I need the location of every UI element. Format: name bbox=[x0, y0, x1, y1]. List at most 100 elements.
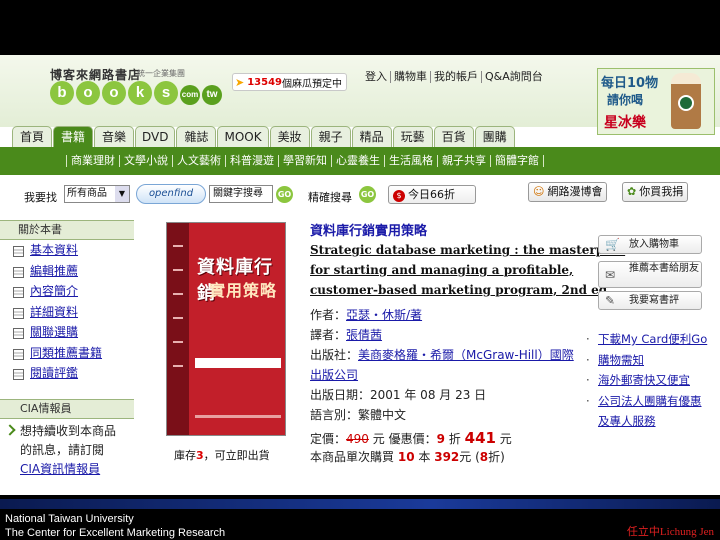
pubdate-value: 2001 年 08 月 23 日 bbox=[370, 388, 487, 402]
cia-line1: 想持續收到本商品 bbox=[20, 424, 117, 438]
comic-expo-button[interactable]: ☺ 網路漫博會 bbox=[528, 182, 608, 202]
ad-line3: 星冰樂 bbox=[604, 115, 646, 131]
category-link[interactable]: 學習新知 bbox=[278, 155, 331, 167]
menu-summary[interactable]: 內容簡介 bbox=[0, 281, 134, 302]
logo-letter: b bbox=[50, 81, 74, 105]
add-to-cart-button[interactable]: 🛒 放入購物車 bbox=[598, 235, 702, 254]
menu-reviews[interactable]: 閱讀評鑑 bbox=[0, 363, 134, 384]
harry-potter-promo[interactable]: ➤ 13549 個麻瓜預定中 bbox=[232, 73, 348, 91]
coin-icon: $ bbox=[393, 190, 405, 202]
logo-letter: tw bbox=[202, 85, 222, 105]
price-unit: 元 bbox=[372, 432, 385, 446]
tab-toys[interactable]: 玩藝 bbox=[392, 126, 433, 147]
category-link[interactable]: 人文藝術 bbox=[172, 155, 225, 167]
footer-left: National Taiwan University The Center fo… bbox=[5, 512, 225, 540]
bulk-price: 392 bbox=[434, 450, 460, 464]
starbucks-ad[interactable]: 每日10物 請你喝 星冰樂 bbox=[597, 68, 715, 135]
side-links: 下載My Card便利Go 購物需知 海外郵寄快又便宜 公司法人團購有優惠及專人… bbox=[586, 329, 710, 432]
book-cover-image[interactable]: 資料庫行銷 實用策略 bbox=[166, 222, 286, 436]
category-link[interactable]: 商業理財 bbox=[66, 155, 119, 167]
tab-books[interactable]: 書籍 bbox=[53, 126, 93, 147]
exact-search-label[interactable]: 精確搜尋 bbox=[308, 189, 352, 205]
login-link[interactable]: 登入 bbox=[362, 71, 390, 83]
menu-editor-recommend[interactable]: 編輯推薦 bbox=[0, 261, 134, 282]
english-title-line: customer-based marketing program, 2nd ed… bbox=[310, 283, 612, 297]
exact-go-button[interactable]: GO bbox=[359, 186, 376, 203]
chevron-down-icon: ▼ bbox=[115, 186, 129, 202]
tab-boutique[interactable]: 精品 bbox=[351, 126, 392, 147]
keyword-go-button[interactable]: GO bbox=[276, 186, 293, 203]
tab-dvd[interactable]: DVD bbox=[135, 126, 176, 147]
search-row: 我要找 所有商品 ▼ openfind 關鍵字搜尋 GO 精確搜尋 GO $ 今日6… bbox=[0, 181, 720, 205]
author-credit: 任立中Lichung Jen bbox=[626, 526, 714, 538]
university-name: National Taiwan University bbox=[5, 513, 134, 525]
price-unit: 元 bbox=[499, 432, 512, 446]
category-link[interactable]: 親子共享 bbox=[437, 155, 490, 167]
pen-icon: ✎ bbox=[605, 293, 616, 307]
footer-divider bbox=[0, 499, 720, 509]
logo-letter: s bbox=[154, 81, 178, 105]
menu-related[interactable]: 關聯選購 bbox=[0, 322, 134, 343]
site-group: 統一企業集團 bbox=[137, 69, 185, 78]
shopping-notice-link[interactable]: 購物需知 bbox=[598, 353, 644, 367]
overseas-shipping-link[interactable]: 海外郵寄快又便宜 bbox=[598, 373, 690, 387]
author-link[interactable]: 亞瑟・休斯/著 bbox=[346, 308, 422, 322]
you-buy-i-donate-button[interactable]: ✿ 你買我捐 bbox=[622, 182, 689, 202]
keyword-search-input[interactable]: 關鍵字搜尋 bbox=[209, 185, 273, 203]
tab-group-buy[interactable]: 團購 bbox=[474, 126, 515, 147]
stock-status: 庫存3，可立即出貨 bbox=[174, 447, 270, 463]
recommend-friend-button[interactable]: ✉ 推薦本書給朋友 bbox=[598, 261, 702, 288]
mycard-link[interactable]: 下載My Card便利Go bbox=[598, 332, 707, 346]
discount-label: 優惠價： bbox=[388, 432, 437, 446]
publisher-link[interactable]: 美商麥格羅・希爾（McGraw-Hill）國際 bbox=[358, 348, 574, 362]
book-title: 資料庫行銷實用策略 bbox=[310, 224, 428, 239]
write-review-button[interactable]: ✎ 我要寫書評 bbox=[598, 291, 702, 310]
cart-link[interactable]: 購物車 bbox=[390, 71, 430, 83]
tab-beauty[interactable]: 美妝 bbox=[269, 126, 310, 147]
envelope-icon: ✉ bbox=[605, 267, 616, 282]
cia-subscribe-link[interactable]: CIA資訊情報員 bbox=[20, 460, 132, 479]
cover-spine bbox=[167, 223, 189, 435]
bulk-discount-unit: 折 bbox=[488, 450, 501, 464]
tab-kids[interactable]: 親子 bbox=[310, 126, 351, 147]
language-label: 語言別： bbox=[310, 408, 359, 422]
category-link[interactable]: 簡體字館 bbox=[490, 155, 544, 167]
daily-discount-button[interactable]: $ 今日66折 bbox=[388, 185, 476, 204]
pubdate-label: 出版日期： bbox=[310, 388, 371, 402]
frappuccino-cup-icon bbox=[671, 73, 701, 129]
menu-basic-info[interactable]: 基本資料 bbox=[0, 240, 134, 261]
category-link[interactable]: 文學小說 bbox=[119, 155, 172, 167]
stock-count: 3 bbox=[196, 449, 204, 462]
book-meta: 作者：亞瑟・休斯/著 譯者：張倩茜 出版社：美商麥格羅・希爾（McGraw-Hi… bbox=[310, 305, 574, 425]
preorder-text: 個麻瓜預定中 bbox=[282, 78, 343, 90]
translator-link[interactable]: 張倩茜 bbox=[346, 328, 382, 342]
author-label: 作者： bbox=[310, 308, 347, 322]
menu-similar-books[interactable]: 同類推薦書籍 bbox=[0, 343, 134, 364]
bulk-label: 本商品單次購買 bbox=[310, 450, 395, 464]
tab-mook[interactable]: MOOK bbox=[217, 126, 269, 147]
books-logo[interactable]: b o o k s com tw bbox=[50, 81, 222, 105]
account-link[interactable]: 我的帳戶 bbox=[430, 71, 481, 83]
category-link[interactable]: 科普漫遊 bbox=[225, 155, 278, 167]
center-name: The Center for Excellent Marketing Resea… bbox=[5, 527, 226, 539]
category-link[interactable]: 生活風格 bbox=[384, 155, 437, 167]
bird-icon: ➤ bbox=[235, 75, 245, 89]
menu-details[interactable]: 詳細資料 bbox=[0, 302, 134, 323]
qa-link[interactable]: Q&A詢問台 bbox=[481, 71, 546, 83]
publisher-label: 出版社： bbox=[310, 348, 359, 362]
cia-title: CIA情報員 bbox=[0, 399, 134, 419]
top-links: 登入 購物車 我的帳戶 Q&A詢問台 bbox=[362, 71, 546, 83]
logo-letter: com bbox=[180, 85, 200, 105]
list-price: 490 bbox=[346, 432, 369, 446]
tab-department[interactable]: 百貨 bbox=[433, 126, 474, 147]
search-scope-select[interactable]: 所有商品 ▼ bbox=[64, 185, 130, 203]
preorder-count: 13549 bbox=[247, 76, 283, 88]
publisher-link-cont[interactable]: 出版公司 bbox=[310, 368, 358, 382]
tab-music[interactable]: 音樂 bbox=[94, 126, 134, 147]
category-link[interactable]: 心靈養生 bbox=[331, 155, 384, 167]
tab-home[interactable]: 首頁 bbox=[12, 126, 52, 147]
english-title-line: for starting and managing a profitable, bbox=[310, 263, 574, 277]
corporate-group-buy-link[interactable]: 公司法人團購有優惠及專人服務 bbox=[598, 394, 702, 429]
tab-magazine[interactable]: 雜誌 bbox=[176, 126, 217, 147]
main-tabs: 首頁 書籍 音樂 DVD 雜誌 MOOK 美妝 親子 精品 玩藝 百貨 團購 bbox=[12, 126, 515, 147]
